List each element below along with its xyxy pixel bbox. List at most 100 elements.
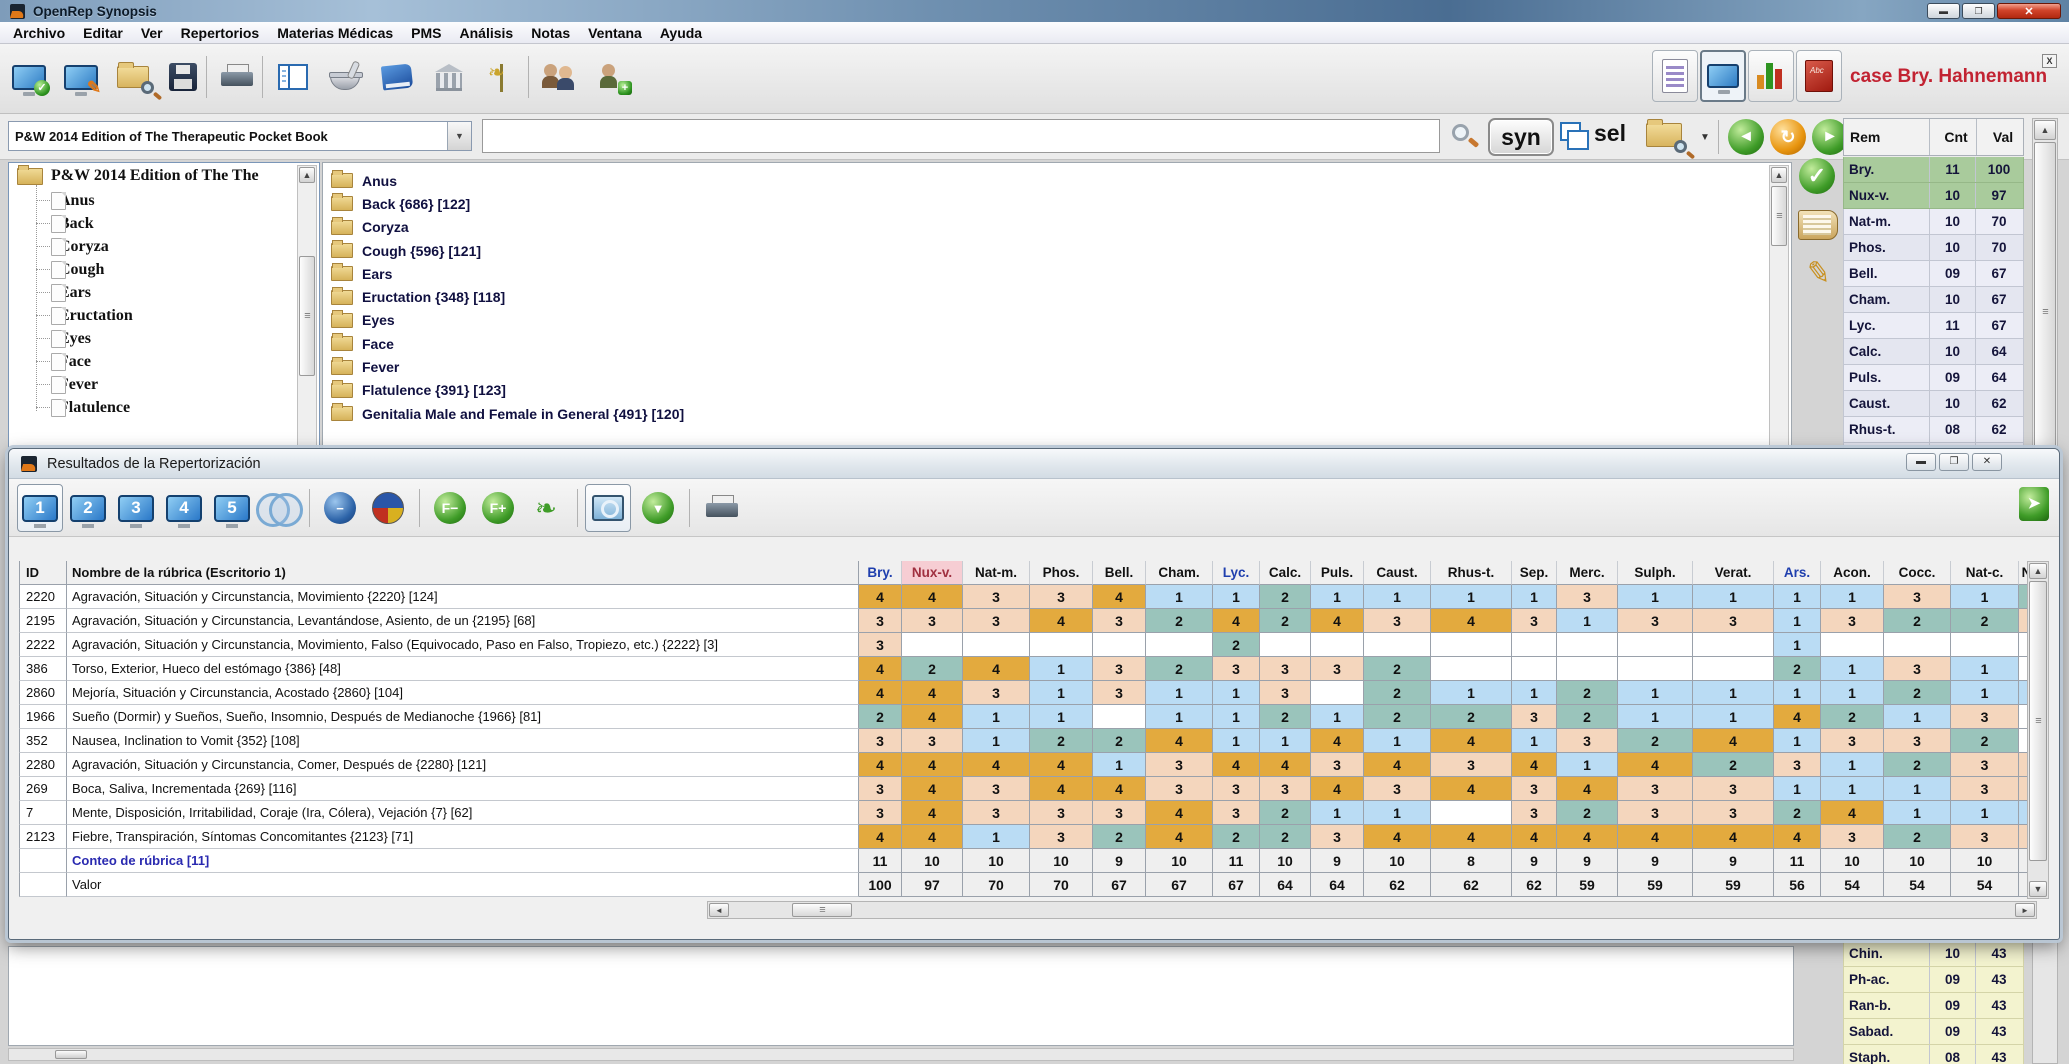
grade-cell[interactable]: 2 [1884,825,1951,849]
tree-root[interactable]: P&W 2014 Edition of The The [9,163,319,189]
grade-cell[interactable]: 1 [1213,585,1260,609]
menu-item[interactable]: Materias Médicas [268,22,402,44]
grade-cell[interactable]: 3 [1311,753,1364,777]
grade-cell[interactable]: 4 [859,585,902,609]
grade-cell[interactable]: 3 [1213,777,1260,801]
menu-item[interactable]: Ayuda [651,22,711,44]
menu-item[interactable]: Notas [522,22,579,44]
export-button[interactable]: ▼ [635,484,681,532]
remedy-column-header[interactable]: Bell. [1093,561,1146,585]
scrollbar-thumb[interactable] [55,1050,87,1059]
confirm-icon[interactable]: ✓ [1799,158,1835,194]
grade-cell[interactable]: 3 [859,633,902,657]
grade-cell[interactable]: 4 [1431,609,1512,633]
grade-cell[interactable]: 3 [1146,753,1213,777]
grade-cell[interactable]: 4 [1146,825,1213,849]
remedy-row[interactable]: Nux-v.1097 [1843,183,2024,209]
rubric-row[interactable]: 2222Agravación, Situación y Circunstanci… [19,633,2035,657]
leaves-button[interactable]: ❧ [523,484,569,532]
tree-item[interactable]: Flatulence [9,396,319,419]
grade-cell[interactable]: 1 [1693,585,1774,609]
count-col-header[interactable]: Cnt [1930,119,1977,155]
grade-cell[interactable] [1311,681,1364,705]
remedy-row[interactable]: Chin.1043 [1843,941,2024,967]
id-header[interactable]: ID [19,561,67,585]
rubric-row[interactable]: 7Mente, Disposición, Irritabilidad, Cora… [19,801,2035,825]
grade-cell[interactable]: 1 [1213,705,1260,729]
open-book-icon[interactable] [1798,210,1838,240]
dialog-close-button[interactable]: ✕ [1972,453,2002,471]
grade-cell[interactable]: 3 [1260,657,1311,681]
grade-cell[interactable]: 1 [1146,681,1213,705]
view-2-button[interactable]: 2 [65,484,111,532]
grade-cell[interactable]: 3 [1213,657,1260,681]
grade-cell[interactable] [1431,633,1512,657]
results-vertical-scrollbar[interactable]: ▲ ≡ ▼ [2027,561,2049,899]
remedy-row[interactable]: Phos.1070 [1843,235,2024,261]
grade-cell[interactable]: 1 [1951,657,2019,681]
materia-medica-button[interactable] [322,53,368,101]
view-3-button[interactable]: 3 [113,484,159,532]
grade-cell[interactable]: 4 [902,753,963,777]
grade-cell[interactable]: 1 [1364,801,1431,825]
grade-cell[interactable]: 3 [1093,609,1146,633]
grade-cell[interactable]: 1 [1311,585,1364,609]
grade-cell[interactable] [1884,633,1951,657]
remedy-column-header[interactable]: Nat-c. [1951,561,2019,585]
grade-cell[interactable] [1311,633,1364,657]
scroll-up-icon[interactable]: ▲ [2029,563,2047,579]
grade-cell[interactable]: 3 [963,609,1030,633]
windows-stack-icon[interactable] [1560,122,1586,148]
remedy-row[interactable]: Rhus-t.0862 [1843,417,2024,443]
grade-cell[interactable]: 1 [1512,729,1557,753]
remedy-row[interactable]: Sabad.0943 [1843,1019,2024,1045]
grade-cell[interactable] [1693,657,1774,681]
rubric-row[interactable]: 1966Sueño (Dormir) y Sueños, Sueño, Inso… [19,705,2035,729]
grade-cell[interactable]: 1 [1030,657,1093,681]
grade-cell[interactable]: 2 [1093,729,1146,753]
horizontal-scrollbar[interactable] [8,1048,1794,1061]
rubric-row[interactable]: 2280Agravación, Situación y Circunstanci… [19,753,2035,777]
grade-cell[interactable]: 1 [1774,609,1821,633]
save-button[interactable] [160,53,206,101]
tree-item[interactable]: Anus [9,189,319,212]
remedy-column-header[interactable]: Bry. [859,561,902,585]
grade-cell[interactable] [1951,633,2019,657]
grade-cell[interactable]: 4 [859,825,902,849]
remove-button[interactable]: − [317,484,363,532]
remedy-column-header[interactable]: Puls. [1311,561,1364,585]
pencil-icon[interactable]: ✎ [1804,254,1834,292]
grade-cell[interactable]: 2 [1884,681,1951,705]
grade-cell[interactable]: 1 [1364,585,1431,609]
grade-cell[interactable]: 4 [902,681,963,705]
remedy-column-header[interactable]: Acon. [1821,561,1884,585]
rubric-row[interactable]: 269Boca, Saliva, Incrementada {269} [116… [19,777,2035,801]
grade-cell[interactable]: 2 [1774,801,1821,825]
menu-item[interactable]: Editar [74,22,132,44]
grade-cell[interactable]: 2 [1884,609,1951,633]
grade-cell[interactable]: 2 [1093,825,1146,849]
menu-item[interactable]: Análisis [451,22,523,44]
remedy-column-header[interactable]: Calc. [1260,561,1311,585]
remedy-column-header[interactable]: Sep. [1512,561,1557,585]
grade-cell[interactable]: 1 [1821,753,1884,777]
grade-cell[interactable]: 3 [1311,825,1364,849]
grade-cell[interactable]: 3 [1030,585,1093,609]
grade-cell[interactable]: 4 [1618,825,1693,849]
grade-cell[interactable]: 3 [1774,753,1821,777]
grade-cell[interactable]: 2 [1557,801,1618,825]
grade-cell[interactable]: 2 [1213,825,1260,849]
add-patient-button[interactable]: + [588,53,634,101]
zoom-view-button[interactable] [585,484,631,532]
list-item[interactable]: Anus [323,169,1791,192]
close-button[interactable]: ✕ [1997,3,2061,19]
rubric-row[interactable]: 2195Agravación, Situación y Circunstanci… [19,609,2035,633]
grade-cell[interactable]: 2 [1260,585,1311,609]
grade-cell[interactable]: 3 [1260,777,1311,801]
grade-cell[interactable]: 4 [1146,801,1213,825]
grade-cell[interactable]: 1 [1884,777,1951,801]
remedy-row[interactable]: Bell.0967 [1843,261,2024,287]
grade-cell[interactable]: 1 [1213,729,1260,753]
menu-item[interactable]: Repertorios [172,22,269,44]
grade-cell[interactable]: 2 [1557,705,1618,729]
